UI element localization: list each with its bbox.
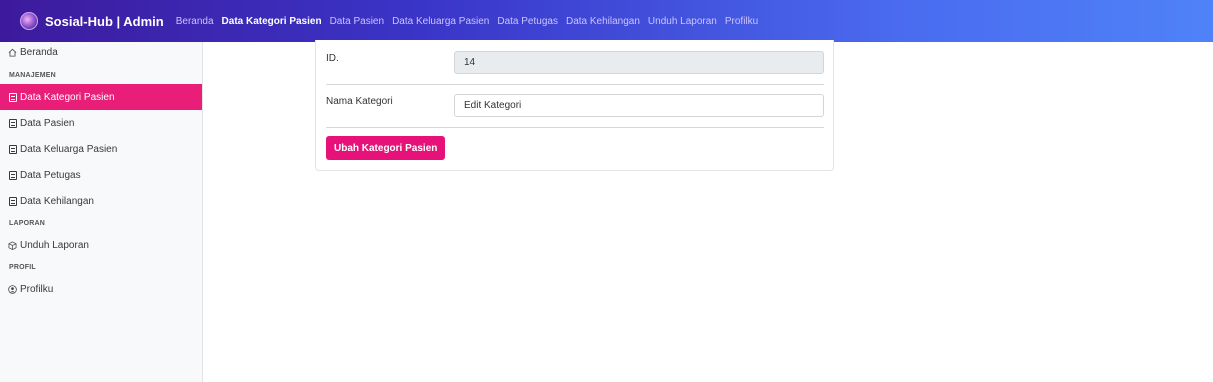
- sidebar-item-data-keluarga-pasien[interactable]: Data Keluarga Pasien: [0, 136, 202, 162]
- document-icon: [8, 196, 17, 206]
- sidebar-item-label: Unduh Laporan: [20, 239, 89, 251]
- id-label: ID.: [326, 53, 339, 64]
- sidebar-item-data-pasien[interactable]: Data Pasien: [0, 110, 202, 136]
- sidebar-item-data-kategori-pasien[interactable]: Data Kategori Pasien: [0, 84, 202, 110]
- home-icon: [8, 48, 17, 57]
- topnav-profilku[interactable]: Profilku: [725, 16, 758, 27]
- topnav-data-pasien[interactable]: Data Pasien: [330, 16, 384, 27]
- topnav-data-keluarga-pasien[interactable]: Data Keluarga Pasien: [392, 16, 489, 27]
- edit-category-form: ID. 14 Nama Kategori Edit Kategori Ubah …: [315, 40, 834, 171]
- sidebar-item-data-petugas[interactable]: Data Petugas: [0, 162, 202, 188]
- document-icon: [8, 170, 17, 180]
- document-icon: [8, 118, 17, 128]
- sidebar-item-label: Data Kategori Pasien: [20, 91, 115, 103]
- sidebar-heading-laporan: LAPORAN: [9, 219, 46, 227]
- sidebar-item-data-kehilangan[interactable]: Data Kehilangan: [0, 188, 202, 214]
- submit-button[interactable]: Ubah Kategori Pasien: [326, 136, 446, 160]
- topnav-unduh-laporan[interactable]: Unduh Laporan: [648, 16, 717, 27]
- sidebar-item-label: Data Keluarga Pasien: [20, 143, 118, 155]
- sidebar-heading-profil: PROFIL: [9, 263, 36, 271]
- box-icon: [8, 240, 17, 250]
- sidebar-item-profilku[interactable]: Profilku: [0, 276, 202, 302]
- divider: [326, 127, 824, 128]
- user-circle-icon: [8, 284, 17, 294]
- name-label: Nama Kategori: [326, 96, 393, 107]
- document-icon: [8, 144, 17, 154]
- sidebar-item-label: Data Pasien: [20, 117, 75, 129]
- category-name-input[interactable]: Edit Kategori: [454, 94, 824, 117]
- app-title: Sosial-Hub | Admin: [45, 13, 164, 29]
- sidebar-item-label: Data Kehilangan: [20, 195, 94, 207]
- top-navbar: Sosial-Hub | Admin Beranda Data Kategori…: [0, 0, 1213, 42]
- sidebar-item-label: Profilku: [20, 283, 54, 295]
- sidebar-item-label: Data Petugas: [20, 169, 81, 181]
- sidebar-heading-manajemen: MANAJEMEN: [9, 71, 56, 79]
- sidebar: Beranda MANAJEMEN Data Kategori Pasien D…: [0, 42, 203, 382]
- topnav-data-kategori-pasien[interactable]: Data Kategori Pasien: [222, 16, 322, 27]
- divider: [326, 84, 824, 85]
- logo-icon: [20, 12, 38, 30]
- id-field: 14: [454, 51, 824, 74]
- brand[interactable]: Sosial-Hub | Admin: [20, 12, 164, 30]
- topnav-data-petugas[interactable]: Data Petugas: [497, 16, 558, 27]
- document-icon: [8, 92, 17, 102]
- sidebar-item-beranda[interactable]: Beranda: [0, 39, 202, 65]
- sidebar-item-unduh-laporan[interactable]: Unduh Laporan: [0, 232, 202, 258]
- topnav-data-kehilangan[interactable]: Data Kehilangan: [566, 16, 640, 27]
- topnav-beranda[interactable]: Beranda: [176, 16, 214, 27]
- sidebar-item-label: Beranda: [20, 46, 58, 58]
- top-nav-links: Beranda Data Kategori Pasien Data Pasien…: [176, 16, 767, 27]
